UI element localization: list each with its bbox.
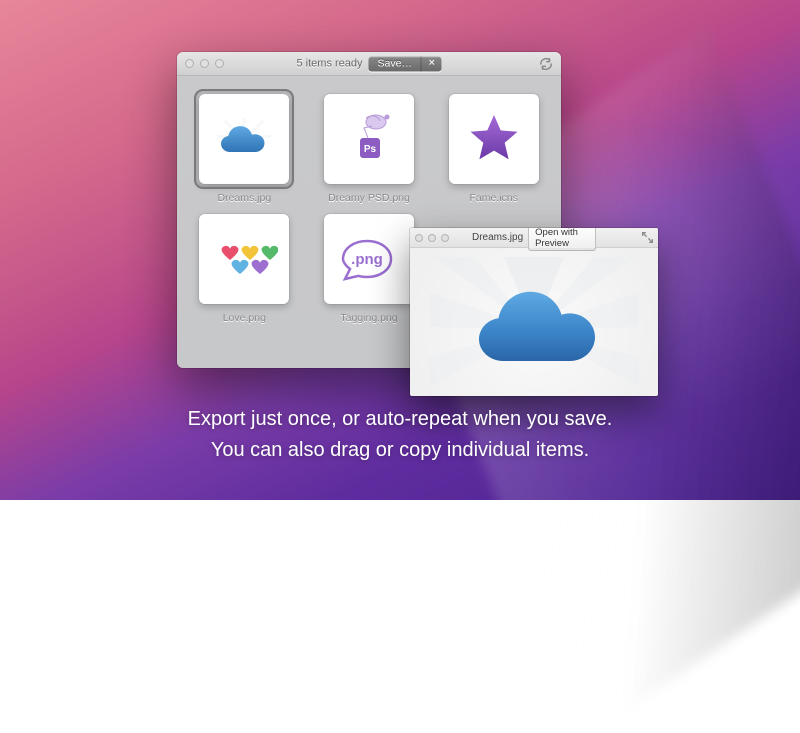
psd-icon: Ps [338, 108, 400, 170]
titlebar-center: 5 items ready Save… ✕ [296, 56, 441, 71]
preview-traffic-lights[interactable] [415, 234, 449, 242]
item-tile[interactable]: Ps [324, 94, 414, 184]
item-label: Dreamy PSD.png [328, 192, 410, 204]
item-label: Fame.icns [469, 192, 517, 204]
item-label: Tagging.png [340, 312, 397, 324]
refresh-icon[interactable] [539, 57, 553, 71]
grid-item[interactable]: Ps Dreamy PSD.png [320, 94, 419, 204]
grid-item[interactable]: Love.png [195, 214, 294, 324]
tagline-line-1: Export just once, or auto-repeat when yo… [0, 404, 800, 435]
item-tile[interactable] [199, 214, 289, 304]
svg-text:Ps: Ps [364, 144, 377, 155]
minimize-icon[interactable] [428, 234, 436, 242]
zoom-icon[interactable] [215, 59, 224, 68]
grid-item[interactable]: Fame.icns [444, 94, 543, 204]
preview-window: Dreams.jpg Open with Preview [410, 228, 658, 396]
save-button[interactable]: Save… [369, 56, 422, 71]
main-titlebar: 5 items ready Save… ✕ [177, 52, 561, 76]
grid-item[interactable]: Dreams.jpg [195, 94, 294, 204]
cancel-button[interactable]: ✕ [422, 57, 442, 71]
hearts-icon [210, 238, 278, 280]
item-tile[interactable] [449, 94, 539, 184]
preview-body [410, 248, 658, 396]
svg-text:.png: .png [351, 251, 383, 268]
item-label: Dreams.jpg [217, 192, 271, 204]
expand-icon[interactable] [641, 231, 654, 244]
png-tag-icon: .png [337, 235, 401, 283]
cloud-icon [213, 116, 275, 162]
zoom-icon[interactable] [441, 234, 449, 242]
marketing-tagline: Export just once, or auto-repeat when yo… [0, 404, 800, 466]
item-tile[interactable] [199, 94, 289, 184]
traffic-lights[interactable] [185, 59, 224, 68]
star-icon [464, 109, 524, 169]
preview-image [429, 257, 639, 387]
grid-item[interactable]: .png Tagging.png [320, 214, 419, 324]
close-icon[interactable] [415, 234, 423, 242]
preview-title: Dreams.jpg [472, 232, 523, 243]
save-button-group[interactable]: Save… ✕ [369, 56, 442, 71]
minimize-icon[interactable] [200, 59, 209, 68]
close-icon[interactable] [185, 59, 194, 68]
item-label: Love.png [223, 312, 266, 324]
tagline-line-2: You can also drag or copy individual ite… [0, 435, 800, 466]
preview-titlebar: Dreams.jpg Open with Preview [410, 228, 658, 248]
item-tile[interactable]: .png [324, 214, 414, 304]
status-text: 5 items ready [296, 58, 362, 70]
